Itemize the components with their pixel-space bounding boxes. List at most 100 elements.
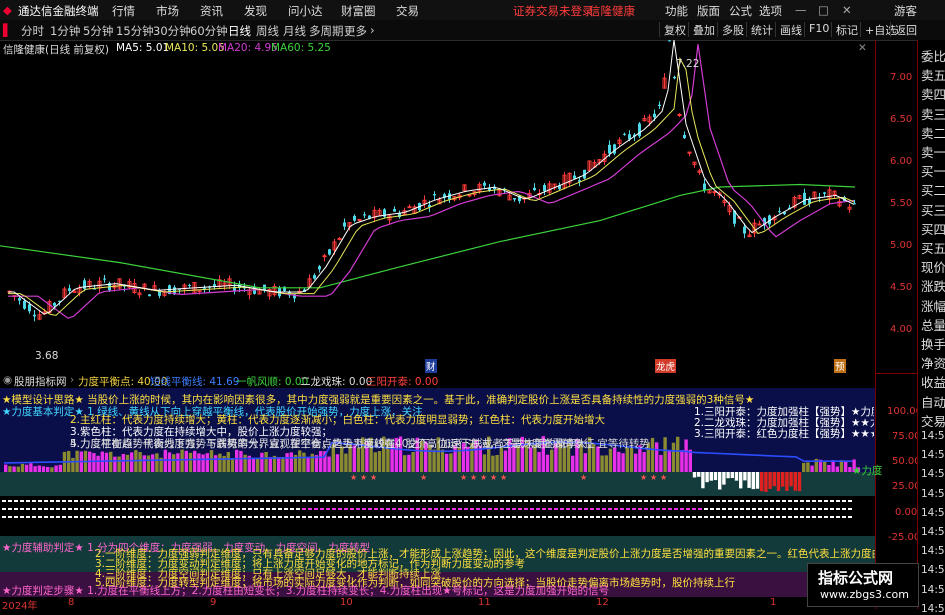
menu-formula[interactable]: 公式 (729, 3, 752, 19)
menu-trade[interactable]: 交易 (396, 3, 419, 19)
login-notice[interactable]: 证券交易未登录 (513, 3, 594, 19)
side-panel-label[interactable]: 买三 (921, 200, 945, 219)
period-more[interactable]: 更多 (344, 23, 367, 39)
period-30min[interactable]: 30分钟 (153, 23, 191, 39)
menu-function[interactable]: 功能 (665, 3, 688, 19)
menu-layout[interactable]: 版面 (697, 3, 720, 19)
signal-dot (470, 500, 474, 502)
watermark-title: 指标公式网 (818, 569, 894, 587)
user-label[interactable]: 游客 (894, 3, 917, 19)
forecast-marker[interactable]: 预 (834, 359, 846, 373)
indicator-bar (197, 453, 201, 472)
indicator-bar (335, 454, 340, 472)
indicator-name[interactable]: 股朋指标网 (14, 374, 67, 389)
side-panel-label[interactable]: 换手 (921, 334, 945, 353)
period-1min[interactable]: 1分钟 (50, 23, 80, 39)
multi-stock-button[interactable]: 多股 (717, 22, 744, 37)
signal-dot (458, 508, 462, 510)
indicator-bar (491, 455, 495, 472)
menu-market[interactable]: 市场 (156, 3, 179, 19)
side-panel-label[interactable]: 自动 (921, 392, 945, 411)
indicator-toggle-icon[interactable]: ◉ (3, 374, 12, 386)
signal-dot (146, 508, 150, 510)
earnings-marker[interactable]: 财 (425, 359, 437, 373)
signal-dot (626, 500, 630, 502)
chevron-right-icon[interactable]: › (70, 374, 74, 386)
indicator-bar (201, 454, 205, 472)
period-15min[interactable]: 15分钟 (116, 23, 154, 39)
candle (543, 185, 546, 192)
side-panel-label[interactable]: 14:56 (921, 430, 945, 442)
dot-rows (2, 500, 852, 518)
signal-dot (836, 516, 840, 518)
signal-dot (536, 516, 540, 518)
signal-dot (662, 500, 666, 502)
mark-button[interactable]: 标记 (831, 22, 858, 37)
side-panel-label[interactable]: 14:56 (921, 526, 945, 538)
period-multi[interactable]: 多周期 (309, 23, 344, 39)
side-panel-label[interactable]: 卖四 (921, 84, 945, 103)
menu-options[interactable]: 选项 (759, 3, 782, 19)
period-daily[interactable]: 日线 (228, 23, 251, 39)
side-panel-label[interactable]: 14:56 (921, 564, 945, 576)
side-panel-label[interactable]: 14:56 (921, 488, 945, 500)
overlay-button[interactable]: 叠加 (688, 22, 715, 37)
side-panel-label[interactable]: 收益 (921, 372, 945, 391)
chevron-right-icon[interactable]: › (370, 23, 375, 37)
back-button[interactable]: 返回 (890, 22, 917, 37)
candlestick-chart[interactable] (0, 40, 875, 373)
period-60min[interactable]: 60分钟 (190, 23, 228, 39)
adjust-button[interactable]: 复权 (659, 22, 686, 37)
f10-button[interactable]: F10 (804, 22, 829, 37)
signal-dot (800, 516, 804, 518)
indicator-bar (705, 472, 709, 483)
period-5min[interactable]: 5分钟 (83, 23, 113, 39)
menu-ask[interactable]: 问小达 (288, 3, 323, 19)
side-panel-label[interactable]: 14:56 (921, 468, 945, 480)
side-panel-label[interactable]: 14:56 (921, 545, 945, 557)
side-panel-label[interactable]: 涨跌 (921, 276, 945, 295)
signal-dot (134, 500, 138, 502)
stats-button[interactable]: 统计 (746, 22, 773, 37)
side-panel-label[interactable]: 委比 (921, 46, 945, 65)
signal-dot (824, 516, 828, 518)
window-close-icon[interactable]: ✕ (842, 3, 852, 17)
signal-dot (14, 508, 18, 510)
period-intraday[interactable]: 分时 (21, 23, 44, 39)
side-panel-label[interactable]: 买四 (921, 219, 945, 238)
side-panel-label[interactable]: 买五 (921, 238, 945, 257)
side-panel-label[interactable]: 买一 (921, 161, 945, 180)
side-panel-label[interactable]: 总量 (921, 315, 945, 334)
signal-dot (392, 516, 396, 518)
maximize-icon[interactable]: □ (818, 3, 829, 17)
side-panel-label[interactable]: 涨幅 (921, 296, 945, 315)
side-panel-label[interactable]: 卖二 (921, 123, 945, 142)
menu-discover[interactable]: 发现 (244, 3, 267, 19)
side-panel-label[interactable]: 净资 (921, 353, 945, 372)
side-panel-label[interactable]: 卖五 (921, 65, 945, 84)
signal-dot (530, 508, 534, 510)
star-mark: ★ (580, 473, 587, 482)
period-monthly[interactable]: 月线 (283, 23, 306, 39)
menu-news[interactable]: 资讯 (200, 3, 223, 19)
side-panel-label[interactable]: 14:56 (921, 507, 945, 519)
side-panel-label[interactable]: 14:56 (921, 584, 945, 596)
signal-dot (20, 500, 24, 502)
signal-dot (404, 508, 408, 510)
signal-dot (338, 508, 342, 510)
menu-wealth[interactable]: 财富圈 (341, 3, 376, 19)
side-panel-label[interactable]: 卖一 (921, 142, 945, 161)
dragon-tiger-marker[interactable]: 龙虎 (655, 359, 677, 373)
side-panel-label[interactable]: 现价 (921, 257, 945, 276)
panel-toggle-icon[interactable]: ▌ (3, 23, 12, 37)
draw-line-button[interactable]: 画线 (775, 22, 802, 37)
side-panel-label[interactable]: 交易 (921, 411, 945, 430)
side-panel-label[interactable]: 14:56 (921, 449, 945, 461)
side-panel-label[interactable]: 卖三 (921, 104, 945, 123)
minimize-icon[interactable]: — (795, 3, 807, 17)
menu-quotes[interactable]: 行情 (112, 3, 135, 19)
side-panel-label[interactable]: 买二 (921, 180, 945, 199)
period-weekly[interactable]: 周线 (256, 23, 279, 39)
signal-dot (632, 500, 636, 502)
signal-dot (98, 500, 102, 502)
